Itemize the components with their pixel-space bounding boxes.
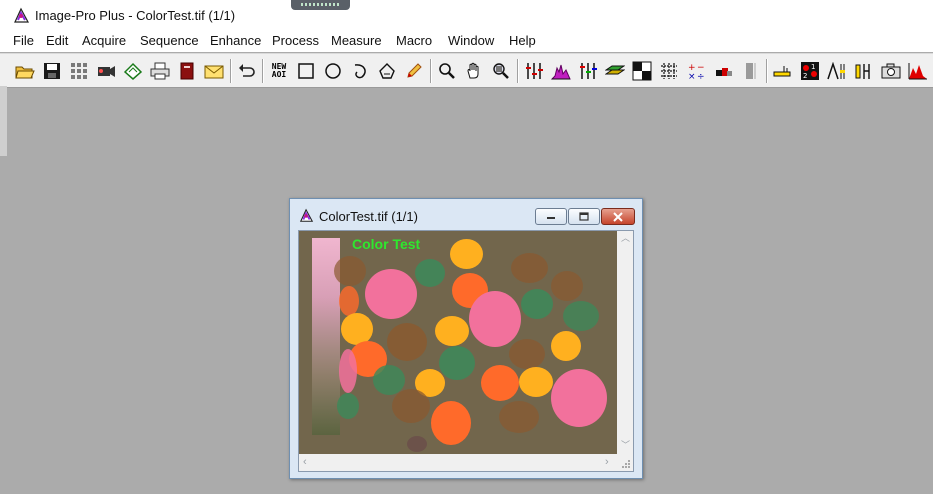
blob bbox=[439, 346, 475, 380]
menu-file[interactable]: File bbox=[13, 33, 34, 48]
line-profile-icon[interactable] bbox=[826, 60, 848, 82]
ruler-calibration-icon[interactable] bbox=[772, 60, 794, 82]
hand-pan-icon[interactable] bbox=[463, 60, 485, 82]
printer-icon[interactable] bbox=[149, 60, 171, 82]
menu-process[interactable]: Process bbox=[272, 33, 319, 48]
color-test-label: Color Test bbox=[352, 236, 421, 252]
image-client-area: Color Test ︿ ﹀ ‹ › bbox=[298, 230, 634, 472]
svg-text:×: × bbox=[688, 72, 696, 80]
blob bbox=[519, 367, 553, 397]
svg-text:1: 1 bbox=[811, 63, 815, 71]
blob bbox=[365, 269, 417, 319]
blob bbox=[521, 289, 553, 319]
menu-window[interactable]: Window bbox=[448, 33, 494, 48]
menu-measure[interactable]: Measure bbox=[331, 33, 382, 48]
app-title-bar: Image-Pro Plus - ColorTest.tif (1/1) bbox=[0, 0, 933, 32]
image-window[interactable]: ColorTest.tif (1/1) Color Test ︿ ﹀ ‹ › bbox=[289, 198, 643, 479]
layers-icon[interactable] bbox=[604, 60, 626, 82]
blob bbox=[551, 331, 581, 361]
zoom-magnifier-icon[interactable] bbox=[436, 60, 458, 82]
image-arithmetic-icon[interactable]: + − × ÷ bbox=[685, 60, 707, 82]
magic-wand-icon[interactable] bbox=[376, 60, 398, 82]
caliper-icon[interactable] bbox=[853, 60, 875, 82]
blob bbox=[435, 316, 469, 346]
app-logo-icon bbox=[13, 7, 30, 24]
new-aoi-label-bottom: AOI bbox=[271, 70, 287, 79]
pencil-icon[interactable] bbox=[403, 60, 425, 82]
new-aoi-button[interactable]: NEW AOI bbox=[268, 60, 290, 82]
database-book-icon[interactable] bbox=[176, 60, 198, 82]
menu-help[interactable]: Help bbox=[509, 33, 536, 48]
image-canvas[interactable]: Color Test bbox=[299, 231, 617, 454]
gray-bar-icon[interactable] bbox=[739, 60, 761, 82]
close-button[interactable] bbox=[601, 208, 635, 225]
scroll-left-icon[interactable]: ‹ bbox=[303, 457, 307, 468]
count-measure-icon[interactable]: 12 bbox=[799, 60, 821, 82]
scroll-up-icon[interactable]: ︿ bbox=[621, 234, 630, 243]
blob bbox=[469, 291, 521, 347]
blob bbox=[339, 286, 359, 316]
minimize-icon bbox=[547, 216, 555, 219]
blob bbox=[334, 256, 366, 286]
email-envelope-icon[interactable] bbox=[203, 60, 225, 82]
blob bbox=[509, 339, 545, 369]
menu-macro[interactable]: Macro bbox=[396, 33, 432, 48]
menu-edit[interactable]: Edit bbox=[46, 33, 68, 48]
scanner-icon[interactable] bbox=[122, 60, 144, 82]
open-folder-icon[interactable] bbox=[14, 60, 36, 82]
restore-button[interactable] bbox=[568, 208, 600, 225]
freehand-tool-icon[interactable] bbox=[349, 60, 371, 82]
resize-grip-icon[interactable] bbox=[617, 454, 633, 471]
restore-icon bbox=[579, 211, 589, 221]
rectangle-tool-icon[interactable] bbox=[295, 60, 317, 82]
close-icon bbox=[613, 211, 623, 222]
blob bbox=[499, 401, 539, 433]
blob bbox=[450, 239, 483, 269]
image-stack-icon[interactable] bbox=[712, 60, 734, 82]
menu-bar: File Edit Acquire Sequence Enhance Proce… bbox=[0, 32, 933, 52]
histogram-icon[interactable] bbox=[550, 60, 572, 82]
workspace-edge bbox=[0, 86, 7, 156]
undo-icon[interactable] bbox=[236, 60, 258, 82]
app-title: Image-Pro Plus - ColorTest.tif (1/1) bbox=[35, 8, 236, 23]
horizontal-scrollbar[interactable]: ‹ › bbox=[299, 454, 617, 471]
svg-text:÷: ÷ bbox=[697, 72, 705, 80]
blob bbox=[407, 436, 427, 452]
blob bbox=[563, 301, 599, 331]
svg-text:2: 2 bbox=[803, 72, 807, 80]
zoom-region-icon[interactable] bbox=[490, 60, 512, 82]
blob bbox=[415, 259, 445, 287]
vertical-scrollbar[interactable]: ︿ ﹀ bbox=[617, 231, 633, 454]
color-channels-icon[interactable] bbox=[577, 60, 599, 82]
ellipse-tool-icon[interactable] bbox=[322, 60, 344, 82]
blob bbox=[551, 271, 583, 301]
blob bbox=[392, 389, 430, 423]
blob bbox=[481, 365, 519, 401]
floating-tab-handle[interactable] bbox=[291, 0, 350, 10]
scroll-right-icon[interactable]: › bbox=[605, 457, 609, 468]
blob bbox=[551, 369, 607, 427]
menu-enhance[interactable]: Enhance bbox=[210, 33, 261, 48]
main-toolbar: NEW AOI + − × ÷ 12 bbox=[0, 53, 933, 88]
save-disk-icon[interactable] bbox=[41, 60, 63, 82]
blob bbox=[337, 393, 359, 419]
scroll-down-icon[interactable]: ﹀ bbox=[621, 441, 630, 450]
image-window-logo-icon bbox=[299, 208, 314, 223]
threshold-icon[interactable] bbox=[631, 60, 653, 82]
minimize-button[interactable] bbox=[535, 208, 567, 225]
blob bbox=[387, 323, 427, 361]
video-camera-icon[interactable] bbox=[95, 60, 117, 82]
blob bbox=[431, 401, 471, 445]
intensity-histogram-icon[interactable] bbox=[907, 60, 929, 82]
blob bbox=[511, 253, 548, 283]
contrast-sliders-icon[interactable] bbox=[523, 60, 545, 82]
menu-sequence[interactable]: Sequence bbox=[140, 33, 199, 48]
blob bbox=[339, 349, 357, 393]
menu-acquire[interactable]: Acquire bbox=[82, 33, 126, 48]
camera-snapshot-icon[interactable] bbox=[880, 60, 902, 82]
grid-tile-icon[interactable] bbox=[68, 60, 90, 82]
image-window-title: ColorTest.tif (1/1) bbox=[319, 209, 418, 224]
grid-measure-icon[interactable] bbox=[658, 60, 680, 82]
